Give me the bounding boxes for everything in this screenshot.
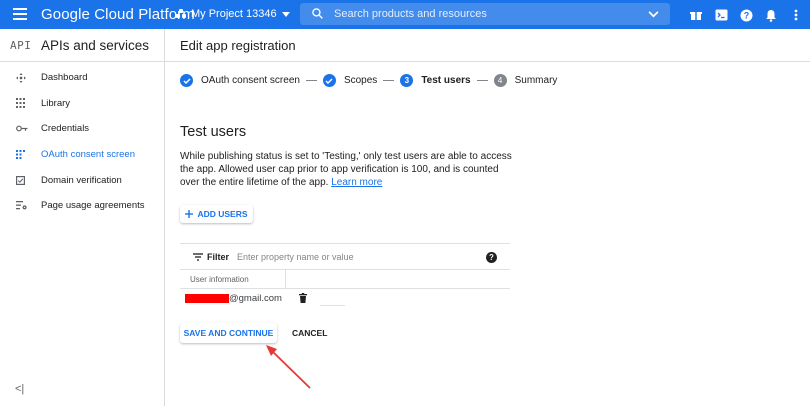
project-icon bbox=[176, 9, 186, 19]
sidebar-item-label: OAuth consent screen bbox=[41, 149, 135, 161]
top-bar: Google Cloud Platform My Project 13346 S… bbox=[0, 0, 810, 29]
sidebar-item-domain-verification[interactable]: Domain verification bbox=[0, 167, 164, 193]
search-placeholder: Search products and resources bbox=[334, 8, 487, 20]
sidebar-item-label: Dashboard bbox=[41, 72, 88, 84]
svg-text:?: ? bbox=[743, 10, 749, 20]
sidebar-item-library[interactable]: Library bbox=[0, 91, 164, 117]
collapse-sidebar-icon[interactable]: <| bbox=[15, 383, 24, 395]
main-content: Edit app registration OAuth consent scre… bbox=[165, 29, 810, 406]
search-icon bbox=[312, 8, 323, 19]
chevron-down-icon bbox=[281, 11, 290, 17]
filter-bar: Filter Enter property name or value ? bbox=[180, 243, 510, 270]
step-label: Scopes bbox=[343, 75, 378, 86]
step-test-users[interactable]: 3 Test users bbox=[400, 74, 471, 87]
step-oauth-consent-screen[interactable]: OAuth consent screen bbox=[180, 74, 300, 87]
section-description: While publishing status is set to 'Testi… bbox=[180, 151, 513, 189]
cloud-shell-icon[interactable] bbox=[713, 7, 729, 23]
page-title: Edit app registration bbox=[165, 29, 810, 62]
step-scopes[interactable]: Scopes bbox=[322, 74, 378, 87]
plus-icon bbox=[185, 210, 194, 218]
step-divider bbox=[383, 80, 395, 81]
sidebar-title: APIs and services bbox=[41, 37, 150, 53]
sidebar-item-label: Library bbox=[41, 97, 71, 109]
project-name: My Project 13346 bbox=[191, 8, 277, 20]
step-number-badge: 3 bbox=[400, 74, 414, 87]
dashboard-icon bbox=[16, 72, 41, 83]
project-selector[interactable]: My Project 13346 bbox=[176, 8, 290, 20]
table-header-row: User information bbox=[180, 270, 510, 289]
column-header-user-information[interactable]: User information bbox=[180, 270, 286, 288]
filter-input[interactable]: Enter property name or value bbox=[237, 252, 354, 262]
menu-icon[interactable] bbox=[13, 8, 27, 20]
step-divider bbox=[305, 80, 317, 81]
form-actions: SAVE AND CONTINUE CANCEL bbox=[180, 323, 334, 343]
oauth-icon bbox=[16, 150, 41, 160]
step-label: Test users bbox=[421, 75, 471, 86]
stepper: OAuth consent screen Scopes 3 Test users… bbox=[180, 74, 557, 87]
sidebar-header: API APIs and services bbox=[0, 29, 164, 62]
key-icon bbox=[16, 125, 41, 132]
chevron-down-icon[interactable] bbox=[648, 11, 659, 18]
table-row: @gmail.com bbox=[180, 289, 510, 308]
top-icons: ? bbox=[688, 7, 804, 23]
save-and-continue-button[interactable]: SAVE AND CONTINUE bbox=[180, 323, 277, 343]
user-email: @gmail.com bbox=[229, 293, 282, 304]
sidebar: API APIs and services Dashboard Library … bbox=[0, 29, 165, 406]
help-icon[interactable]: ? bbox=[486, 252, 497, 263]
section-title: Test users bbox=[180, 124, 247, 140]
search-input[interactable]: Search products and resources bbox=[300, 3, 670, 25]
check-circle-icon bbox=[180, 74, 193, 87]
step-divider bbox=[476, 80, 488, 81]
step-label: OAuth consent screen bbox=[201, 75, 300, 86]
step-label: Summary bbox=[514, 75, 558, 86]
settings-list-icon bbox=[16, 201, 41, 210]
sidebar-item-label: Domain verification bbox=[41, 174, 122, 186]
check-circle-icon bbox=[322, 74, 336, 87]
sidebar-item-oauth-consent-screen[interactable]: OAuth consent screen bbox=[0, 142, 164, 168]
step-number-badge: 4 bbox=[493, 74, 507, 87]
brand-title[interactable]: Google Cloud Platform bbox=[41, 6, 195, 23]
sidebar-item-dashboard[interactable]: Dashboard bbox=[0, 65, 164, 91]
sidebar-item-label: Credentials bbox=[41, 123, 90, 135]
api-icon: API bbox=[10, 38, 32, 52]
test-users-table: Filter Enter property name or value ? Us… bbox=[180, 243, 510, 308]
sidebar-item-label: Page usage agreements bbox=[41, 200, 145, 212]
add-users-label: ADD USERS bbox=[197, 209, 248, 219]
redaction-mark bbox=[185, 294, 229, 303]
sidebar-nav: Dashboard Library Credentials OAuth cons… bbox=[0, 62, 164, 219]
help-icon[interactable]: ? bbox=[738, 7, 754, 23]
row-extra-cell bbox=[320, 291, 345, 306]
add-users-button[interactable]: ADD USERS bbox=[180, 205, 253, 223]
bell-icon[interactable] bbox=[763, 7, 779, 23]
filter-label: Filter bbox=[207, 251, 230, 262]
more-vert-icon[interactable] bbox=[788, 7, 804, 23]
filter-icon bbox=[193, 252, 203, 261]
learn-more-link[interactable]: Learn more bbox=[331, 177, 382, 188]
cancel-button[interactable]: CANCEL bbox=[285, 323, 334, 343]
checkbox-icon bbox=[16, 175, 41, 185]
sidebar-item-credentials[interactable]: Credentials bbox=[0, 116, 164, 142]
delete-icon[interactable] bbox=[299, 293, 307, 303]
library-icon bbox=[16, 98, 41, 109]
sidebar-item-page-usage-agreements[interactable]: Page usage agreements bbox=[0, 193, 164, 219]
step-summary[interactable]: 4 Summary bbox=[493, 74, 558, 87]
gift-icon[interactable] bbox=[688, 7, 704, 23]
